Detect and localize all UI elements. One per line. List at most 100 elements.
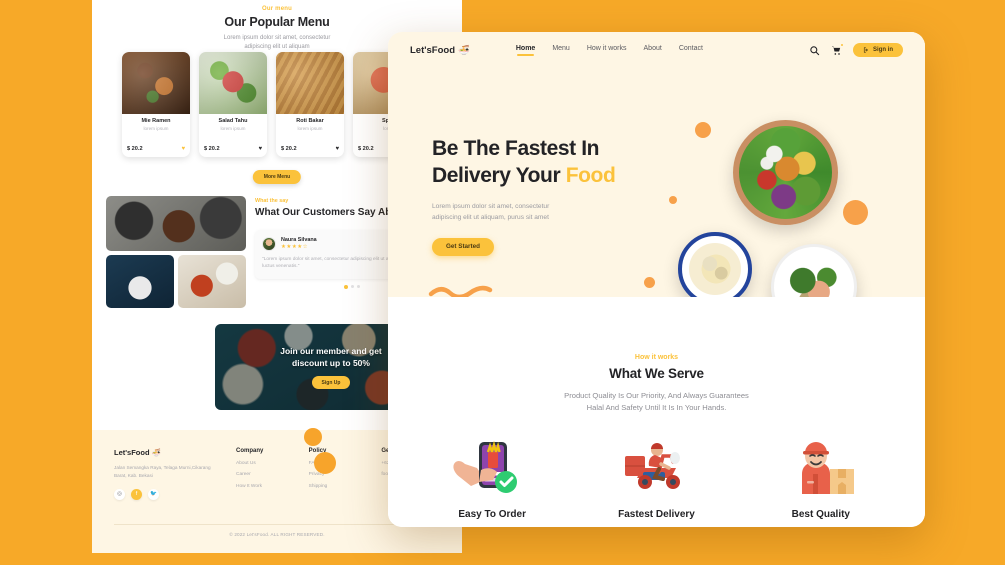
- menu-item-price: $ 20.2: [127, 146, 143, 152]
- promo-line1: Join our member and get: [280, 345, 382, 356]
- hero-title: Be The Fastest In Delivery Your Food: [432, 136, 667, 190]
- feature-card-fastest-delivery: Fastest Delivery Delivery will be ontime: [574, 436, 738, 527]
- decorative-circle: [843, 200, 868, 225]
- delivery-man-icon: [780, 436, 862, 498]
- menu-card[interactable]: Salad Tahu lorem ipsum $ 20.2 ♥: [199, 52, 267, 157]
- promo-text: Join our member and get discount up to 5…: [280, 345, 382, 370]
- reviewer-name: Naura Silvana: [281, 237, 317, 243]
- bowl-icon: 🍜: [151, 448, 161, 457]
- serve-title: What We Serve: [609, 366, 704, 381]
- nav-logo-text: Let'sFood: [410, 44, 456, 56]
- feature-title: Best Quality: [791, 509, 850, 521]
- footer-address: Jalan Semangka Raya, Telaga Murni,Cikara…: [114, 465, 211, 478]
- what-we-serve-section: How it works What We Serve Product Quali…: [388, 297, 925, 527]
- promo-signup-button[interactable]: Sign Up: [311, 376, 351, 390]
- footer-social-links: ◎ f 🐦: [114, 488, 222, 500]
- feature-title: Easy To Order: [458, 509, 526, 521]
- nav-item-about[interactable]: About: [644, 45, 662, 55]
- footer-link[interactable]: Shipping: [309, 484, 368, 489]
- sign-in-button[interactable]: Sign in: [853, 43, 903, 57]
- sign-in-label: Sign in: [873, 47, 893, 53]
- footer-column-heading: Company: [236, 448, 264, 454]
- page-background: Our menu Our Popular Menu Lorem ipsum do…: [0, 0, 1005, 565]
- navbar: Let'sFood 🍜 Home Menu How it works About…: [388, 32, 925, 68]
- menu-item-price: $ 20.2: [281, 146, 297, 152]
- menu-item-name: Roti Bakar: [296, 118, 324, 124]
- search-icon[interactable]: [809, 45, 820, 56]
- menu-card[interactable]: Roti Bakar lorem ipsum $ 20.2 ♥: [276, 52, 344, 157]
- serve-subtitle-line2: Halal And Safety Until It Is In Your Han…: [586, 403, 727, 413]
- scooter-delivery-icon: [615, 436, 697, 498]
- bowl-icon: 🍜: [458, 44, 470, 56]
- decorative-circle: [304, 428, 322, 446]
- menu-item-photo: [276, 52, 344, 114]
- star-rating: ★★★★☆: [281, 244, 309, 250]
- carousel-dot[interactable]: [356, 284, 360, 288]
- hero-dish-salad-bowl: [733, 120, 838, 225]
- avatar: [262, 236, 276, 251]
- footer-link[interactable]: How It Work: [236, 484, 295, 489]
- cart-badge: [839, 42, 844, 47]
- decorative-circle: [644, 277, 655, 288]
- nav-logo[interactable]: Let'sFood 🍜: [410, 45, 470, 56]
- footer-link[interactable]: About Us: [236, 461, 295, 466]
- hero-section: Let'sFood 🍜 Home Menu How it works About…: [388, 32, 925, 330]
- hero-title-line2: Delivery Your: [432, 163, 566, 187]
- bg-menu-title: Our Popular Menu: [224, 15, 330, 29]
- menu-item-desc: lorem ipsum: [143, 125, 169, 131]
- feature-card-list: Easy To Order You only order throughthe …: [388, 436, 925, 527]
- gallery-image-right: [178, 255, 246, 308]
- nav-item-contact[interactable]: Contact: [679, 45, 703, 55]
- menu-item-price: $ 20.2: [204, 146, 220, 152]
- menu-card[interactable]: Mie Ramen lorem ipsum $ 20.2 ♥: [122, 52, 190, 157]
- menu-item-name: Salad Tahu: [218, 118, 248, 124]
- serve-subtitle-line1: Product Quality Is Our Priority, And Alw…: [564, 391, 749, 400]
- heart-icon[interactable]: ♥: [181, 146, 185, 152]
- footer-copyright: © 2022 Let'sFood. ALL RIGHT RESERVED.: [229, 532, 325, 537]
- serve-eyebrow: How it works: [634, 354, 679, 361]
- cart-icon[interactable]: [831, 42, 844, 56]
- decorative-circle: [695, 122, 711, 138]
- menu-item-desc: lorem ipsum: [297, 125, 323, 131]
- footer-logo: Let'sFood 🍜: [114, 448, 222, 457]
- nav-item-how-it-works[interactable]: How it works: [587, 45, 627, 55]
- menu-item-desc: lorem ipsum: [220, 125, 246, 131]
- menu-item-name: Mie Ramen: [141, 118, 171, 124]
- gallery-image-top: [106, 196, 246, 251]
- facebook-icon[interactable]: f: [131, 488, 142, 500]
- get-started-button[interactable]: Get Started: [432, 237, 494, 256]
- hero-title-line1: Be The Fastest In: [432, 137, 600, 160]
- hero-dish-soup-bowl: [678, 232, 752, 306]
- more-menu-button[interactable]: More Menu: [252, 170, 302, 184]
- footer-column-company: Company About Us Career How It Work: [236, 448, 295, 500]
- heart-icon[interactable]: ♥: [258, 146, 262, 152]
- bg-menu-eyebrow: Our menu: [262, 6, 292, 12]
- nav-links: Home Menu How it works About Contact: [516, 45, 703, 56]
- footer-column-heading: Policy: [308, 448, 327, 454]
- promo-line2: discount up to 50%: [292, 358, 370, 368]
- decorative-circle: [314, 452, 336, 474]
- feature-title: Fastest Delivery: [618, 509, 695, 521]
- hero-copy: Be The Fastest In Delivery Your Food Lor…: [432, 136, 667, 256]
- hero-paragraph: Lorem ipsum dolor sit amet, consectetur a…: [432, 202, 550, 222]
- footer-link[interactable]: Privacy: [309, 472, 368, 477]
- hero-title-highlight: Food: [565, 163, 616, 187]
- food-gallery: [106, 196, 246, 308]
- carousel-dot[interactable]: [343, 284, 348, 289]
- twitter-icon[interactable]: 🐦: [148, 488, 159, 500]
- footer-link[interactable]: Career: [236, 472, 295, 477]
- nav-item-menu[interactable]: Menu: [552, 45, 570, 55]
- menu-item-photo: [122, 52, 190, 114]
- menu-item-price: $ 20.2: [358, 146, 374, 152]
- instagram-icon[interactable]: ◎: [114, 488, 125, 500]
- decorative-circle: [669, 196, 677, 204]
- footer-logo-text: Let'sFood: [114, 448, 150, 457]
- gallery-image-left: [106, 255, 174, 308]
- carousel-dot[interactable]: [350, 284, 354, 288]
- nav-item-home[interactable]: Home: [516, 45, 535, 56]
- heart-icon[interactable]: ♥: [335, 146, 339, 152]
- feature-card-best-quality: Best Quality The best quality of foodfor…: [739, 436, 903, 527]
- phone-order-icon: [451, 436, 533, 498]
- foreground-webpage-card: Let'sFood 🍜 Home Menu How it works About…: [388, 32, 925, 527]
- menu-item-photo: [199, 52, 267, 114]
